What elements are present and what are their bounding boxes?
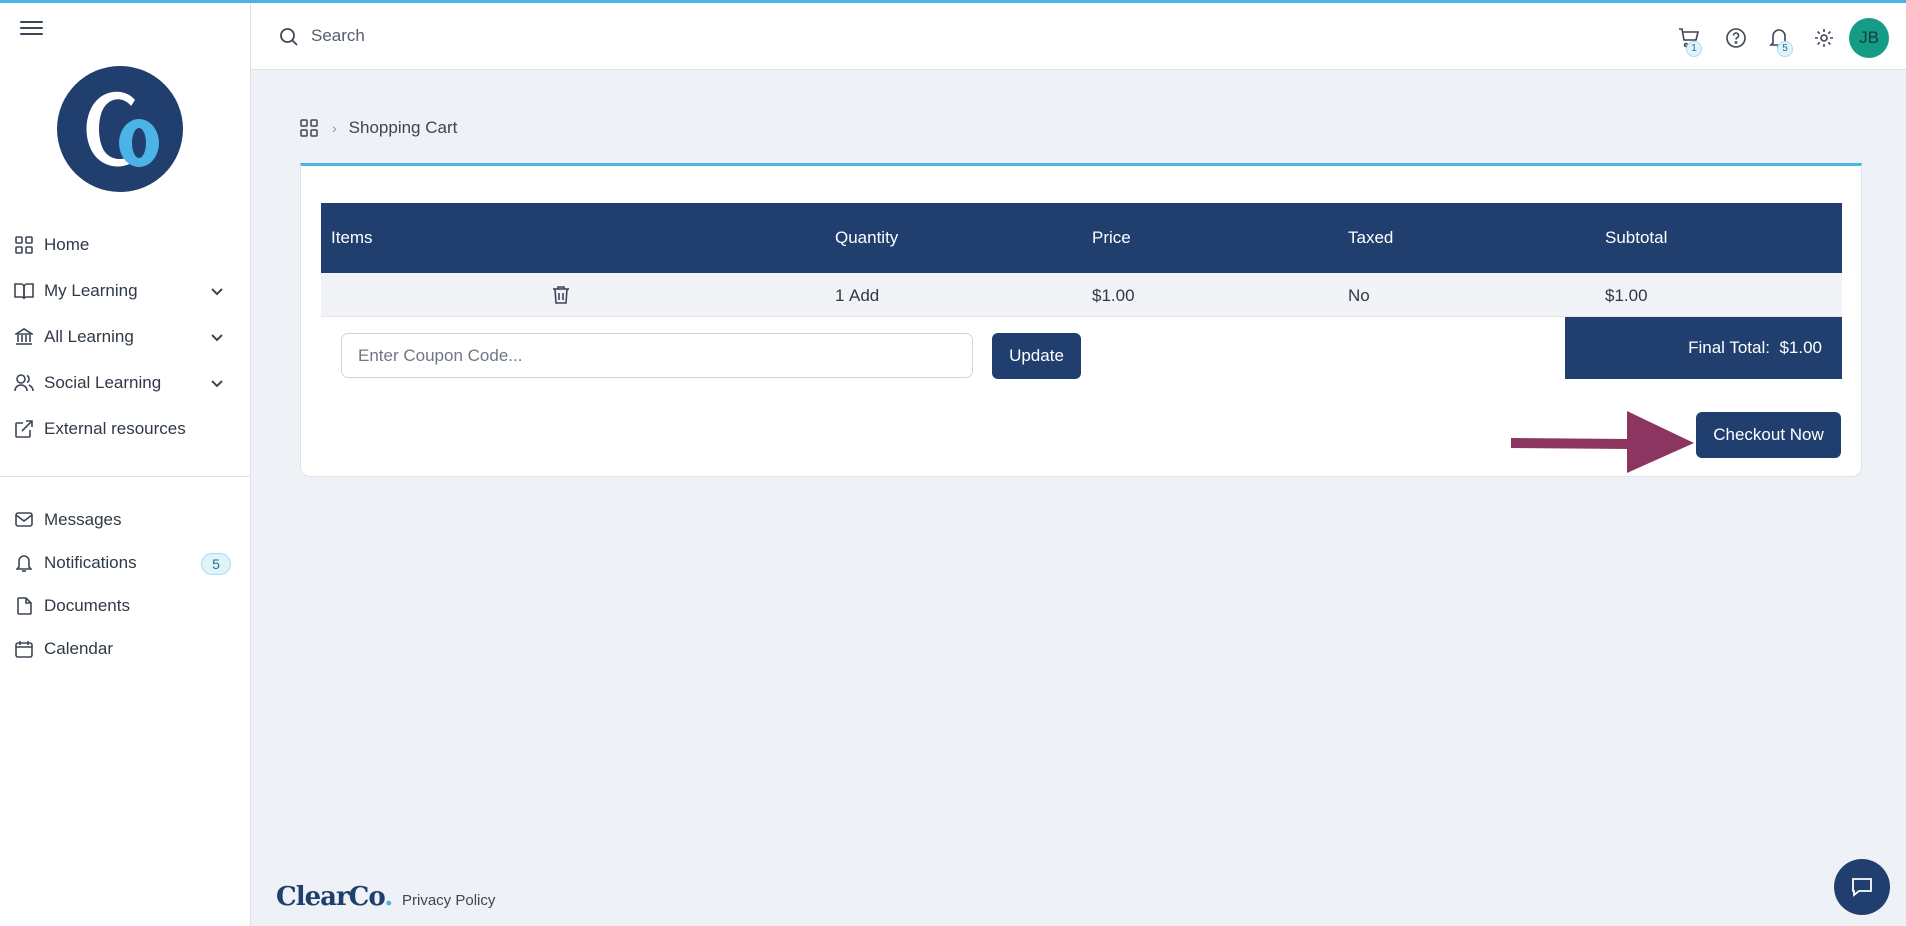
footer-logo: ClearCo. bbox=[276, 882, 393, 912]
footer-logo-text: ClearCo bbox=[276, 882, 385, 912]
avatar[interactable]: JB bbox=[1849, 18, 1889, 58]
checkout-now-button[interactable]: Checkout Now bbox=[1696, 412, 1841, 458]
users-icon bbox=[14, 373, 34, 393]
table-row: 1 Add $1.00 No $1.00 bbox=[321, 273, 1842, 317]
sidebar-item-social-learning[interactable]: Social Learning bbox=[0, 360, 251, 406]
sidebar-item-label: Home bbox=[44, 235, 90, 254]
dashboard-grid-icon[interactable] bbox=[300, 119, 318, 137]
chevron-down-icon[interactable] bbox=[209, 329, 225, 345]
menu-icon[interactable] bbox=[20, 21, 43, 37]
cart-count-badge: 1 bbox=[1686, 41, 1702, 57]
sidebar-item-label: Messages bbox=[44, 509, 122, 529]
add-quantity-link[interactable]: Add bbox=[849, 286, 879, 306]
coupon-code-input[interactable] bbox=[341, 333, 973, 378]
column-header-quantity: Quantity bbox=[835, 228, 899, 247]
primary-nav: Home My Learning All Learning Social Lea… bbox=[0, 222, 251, 452]
price-value: $1.00 bbox=[1092, 286, 1135, 305]
final-total-value: $1.00 bbox=[1779, 338, 1822, 357]
sidebar-item-label: Social Learning bbox=[44, 373, 162, 392]
mail-icon bbox=[14, 510, 34, 530]
sidebar-item-label: External resources bbox=[44, 419, 186, 438]
top-accent-line bbox=[0, 0, 1906, 3]
breadcrumb: › Shopping Cart bbox=[300, 118, 457, 138]
chevron-right-icon: › bbox=[332, 120, 337, 136]
shopping-cart-card: Items Quantity Price Taxed Subtotal 1 Ad… bbox=[300, 163, 1862, 477]
settings-button[interactable] bbox=[1813, 27, 1835, 49]
sidebar-item-label: Calendar bbox=[44, 638, 113, 658]
sidebar-item-external-resources[interactable]: External resources bbox=[0, 406, 251, 452]
chat-button[interactable] bbox=[1834, 859, 1890, 915]
update-button[interactable]: Update bbox=[992, 333, 1081, 379]
secondary-nav: Messages Notifications 5 Documents Calen… bbox=[0, 498, 251, 670]
sidebar-item-label: Documents bbox=[44, 595, 130, 615]
taxed-value: No bbox=[1348, 286, 1370, 305]
bell-icon bbox=[14, 553, 34, 573]
book-icon bbox=[14, 281, 34, 301]
column-header-subtotal: Subtotal bbox=[1605, 228, 1668, 247]
quantity-value: 1 bbox=[835, 286, 845, 305]
sidebar-item-label: My Learning bbox=[44, 281, 138, 300]
sidebar: Home My Learning All Learning Social Lea… bbox=[0, 0, 251, 926]
gear-icon bbox=[1815, 29, 1833, 47]
clearco-logo[interactable] bbox=[57, 66, 183, 192]
final-total-box: Final Total: $1.00 bbox=[1565, 317, 1842, 379]
sidebar-item-notifications[interactable]: Notifications 5 bbox=[0, 541, 251, 584]
cart-table-header: Items Quantity Price Taxed Subtotal bbox=[321, 203, 1842, 273]
sidebar-item-documents[interactable]: Documents bbox=[0, 584, 251, 627]
sidebar-item-calendar[interactable]: Calendar bbox=[0, 627, 251, 670]
chevron-down-icon[interactable] bbox=[209, 375, 225, 391]
search-icon bbox=[280, 28, 298, 46]
final-total-label: Final Total: bbox=[1688, 338, 1770, 357]
annotation-arrow-icon bbox=[1511, 411, 1694, 473]
subtotal-value: $1.00 bbox=[1605, 286, 1648, 305]
chat-icon bbox=[1852, 878, 1872, 897]
column-header-price: Price bbox=[1092, 228, 1131, 247]
notifications-count-badge: 5 bbox=[201, 553, 231, 575]
notifications-button[interactable]: 5 bbox=[1768, 27, 1793, 57]
column-header-items: Items bbox=[331, 228, 373, 247]
grid-icon bbox=[14, 235, 34, 255]
search-input[interactable] bbox=[311, 23, 711, 49]
privacy-policy-link[interactable]: Privacy Policy bbox=[402, 892, 495, 909]
calendar-icon bbox=[14, 639, 34, 659]
help-button[interactable] bbox=[1725, 27, 1747, 49]
sidebar-item-label: All Learning bbox=[44, 327, 134, 346]
sidebar-divider bbox=[0, 476, 251, 477]
sidebar-item-home[interactable]: Home bbox=[0, 222, 251, 268]
cart-button[interactable]: 1 bbox=[1678, 27, 1702, 57]
sidebar-item-my-learning[interactable]: My Learning bbox=[0, 268, 251, 314]
chevron-down-icon[interactable] bbox=[209, 283, 225, 299]
footer-logo-dot: . bbox=[384, 882, 393, 912]
sidebar-item-label: Notifications bbox=[44, 552, 137, 572]
top-header: 1 5 JB bbox=[251, 3, 1906, 70]
sidebar-item-messages[interactable]: Messages bbox=[0, 498, 251, 541]
document-icon bbox=[14, 596, 34, 616]
column-header-taxed: Taxed bbox=[1348, 228, 1394, 247]
trash-icon[interactable] bbox=[552, 285, 570, 305]
breadcrumb-current: Shopping Cart bbox=[348, 118, 458, 137]
external-link-icon bbox=[14, 419, 34, 439]
sidebar-item-all-learning[interactable]: All Learning bbox=[0, 314, 251, 360]
help-icon bbox=[1726, 28, 1746, 48]
notifications-count-badge: 5 bbox=[1777, 41, 1793, 57]
bank-icon bbox=[14, 327, 34, 347]
